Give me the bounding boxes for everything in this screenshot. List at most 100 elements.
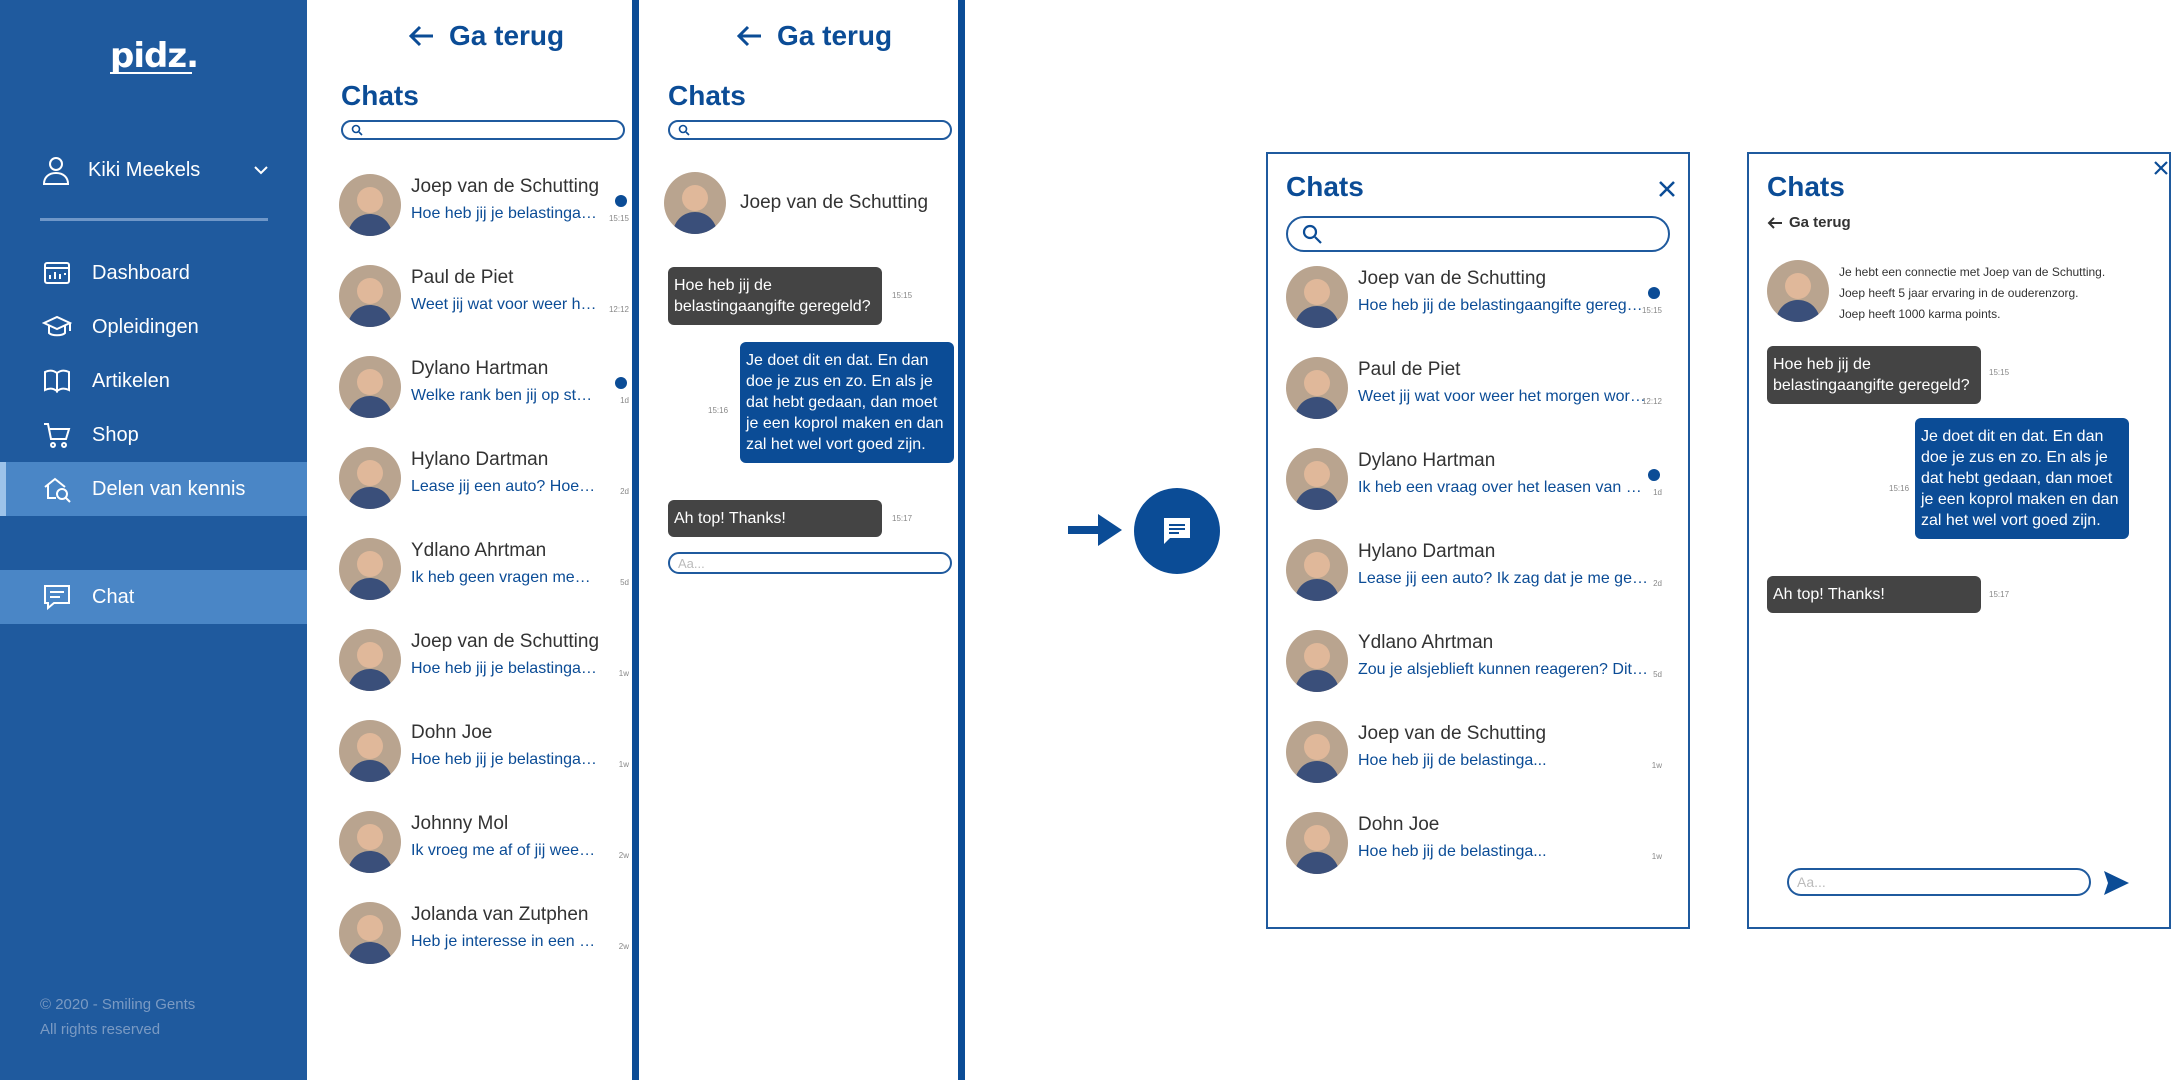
chat-list-item[interactable]: Hylano Dartman Lease jij een auto? Hoe v… — [339, 443, 631, 513]
message-input[interactable]: Aa... — [668, 552, 952, 574]
avatar — [339, 902, 401, 964]
chat-list-item[interactable]: Dylano Hartman Ik heb een vraag over het… — [1286, 444, 1674, 514]
message-bubble-incoming: Hoe heb jij de belastingaangifte geregel… — [1767, 346, 1981, 404]
nav-item-delen-van-kennis[interactable]: Delen van kennis — [0, 462, 307, 516]
back-label: Ga terug — [777, 20, 893, 51]
pidz-logo[interactable]: pidz. — [110, 36, 199, 76]
chat-list-item[interactable]: Joep van de Schutting Hoe heb jij je bel… — [339, 625, 631, 695]
chat-list-item[interactable]: Jolanda van Zutphen Heb je interesse in … — [339, 898, 631, 968]
back-label: Ga terug — [1789, 214, 1851, 231]
contact-name: Joep van de Schutting — [411, 176, 600, 197]
message-time: 15:17 — [1989, 590, 2010, 599]
message-preview: Welke rank ben jij op starcraft? — [411, 387, 597, 404]
message-time: 15:15 — [892, 291, 913, 300]
chat-list-item[interactable]: Johnny Mol Ik vroeg me af of jij weet ho… — [339, 807, 631, 877]
avatar — [1286, 721, 1348, 783]
contact-name: Johnny Mol — [411, 813, 509, 834]
nav-item-dashboard[interactable]: Dashboard — [0, 246, 307, 300]
arrow-right-icon — [1068, 514, 1122, 546]
contact-name: Paul de Piet — [411, 267, 514, 288]
search-input[interactable] — [341, 120, 625, 140]
shopping-cart-icon — [44, 423, 71, 448]
logo-underline — [110, 72, 192, 74]
connection-info: Je hebt een connectie met Joep van de Sc… — [1839, 262, 2159, 325]
unread-dot — [1648, 287, 1660, 299]
message-time: 15:17 — [892, 514, 913, 523]
message-time: 2w — [618, 942, 629, 951]
search-input[interactable] — [668, 120, 952, 140]
chat-list-item[interactable]: Paul de Piet Weet jij wat voor weer het … — [1286, 353, 1674, 423]
dashboard-icon — [44, 262, 70, 284]
close-icon[interactable] — [2153, 160, 2169, 176]
contact-name: Paul de Piet — [1358, 359, 1461, 380]
message-time: 5d — [1653, 670, 1662, 679]
message-preview: Lease jij een auto? Ik zag dat je me geb… — [1358, 570, 1648, 587]
message-preview: Hoe heb jij de belastinga... — [1358, 752, 1547, 769]
nav-item-chat[interactable]: Chat — [0, 570, 307, 624]
info-line: Joep heeft 1000 karma points. — [1839, 307, 2001, 321]
chat-list-item[interactable]: Dohn Joe Hoe heb jij de belastinga... 1w — [1286, 808, 1674, 878]
contact-name: Joep van de Schutting — [411, 631, 600, 652]
message-preview: Ik heb geen vragen meer, bedankt! — [411, 569, 597, 586]
send-icon[interactable] — [2101, 868, 2131, 898]
contact-name: Dohn Joe — [1358, 814, 1440, 835]
panel-divider — [958, 0, 965, 1080]
info-line: Joep heeft 5 jaar ervaring in de ouderen… — [1839, 286, 2079, 300]
message-bubble-outgoing: Je doet dit en dat. En dan doe je zus en… — [1915, 418, 2129, 539]
avatar — [339, 720, 401, 782]
unread-dot — [615, 195, 627, 207]
knowledge-search-icon — [44, 477, 71, 503]
close-icon[interactable] — [1658, 180, 1676, 198]
back-button[interactable]: Ga terug — [1767, 214, 1851, 231]
message-preview: Weet jij wat voor weer het morgen wordt? — [411, 296, 597, 313]
avatar — [339, 356, 401, 418]
back-button[interactable]: Ga terug — [735, 20, 892, 52]
search-icon — [351, 124, 363, 136]
avatar — [339, 265, 401, 327]
conversation-header: Joep van de Schutting — [664, 172, 928, 234]
chat-list-item[interactable]: Joep van de Schutting Hoe heb jij je bel… — [339, 170, 631, 240]
chats-title: Chats — [341, 80, 419, 111]
chats-title: Chats — [668, 80, 746, 111]
mobile-chat-list-panel: Ga terug Chats Joep van de Schutting Hoe… — [307, 0, 634, 1080]
avatar — [1286, 357, 1348, 419]
message-time: 2w — [618, 851, 629, 860]
panel-divider — [632, 0, 639, 1080]
chat-list-item[interactable]: Ydlano Ahrtman Zou je alsjeblieft kunnen… — [1286, 626, 1674, 696]
nav-label: Delen van kennis — [92, 477, 246, 500]
chat-fab-button[interactable] — [1134, 488, 1220, 574]
message-preview: Ik vroeg me af of jij weet hoe dat werkt — [411, 842, 597, 859]
contact-name: Ydlano Ahrtman — [1358, 632, 1494, 653]
message-preview: Ik heb een vraag over het leasen van een… — [1358, 479, 1648, 496]
nav-item-opleidingen[interactable]: Opleidingen — [0, 300, 307, 354]
chat-list-item[interactable]: Joep van de Schutting Hoe heb jij de bel… — [1286, 717, 1674, 787]
chat-list-item[interactable]: Dohn Joe Hoe heb jij je belastingaangift… — [339, 716, 631, 786]
chat-list-item[interactable]: Joep van de Schutting Hoe heb jij de bel… — [1286, 262, 1674, 332]
message-time: 12:12 — [1641, 397, 1662, 406]
chat-list-item[interactable]: Hylano Dartman Lease jij een auto? Ik za… — [1286, 535, 1674, 605]
message-input[interactable]: Aa... — [1787, 868, 2091, 896]
contact-name: Hylano Dartman — [1358, 541, 1496, 562]
message-preview: Weet jij wat voor weer het morgen wordt? — [1358, 388, 1648, 405]
user-menu[interactable]: Kiki Meekels — [40, 152, 270, 188]
nav-item-artikelen[interactable]: Artikelen — [0, 354, 307, 408]
sidebar: pidz. Kiki Meekels Dashboard Opleidingen… — [0, 0, 307, 1080]
chat-list-item[interactable]: Ydlano Ahrtman Ik heb geen vragen meer, … — [339, 534, 631, 604]
chat-icon — [44, 585, 70, 611]
search-icon — [678, 124, 690, 136]
message-bubble-outgoing: Je doet dit en dat. En dan doe je zus en… — [740, 342, 954, 463]
message-time: 2d — [620, 487, 629, 496]
avatar — [1286, 448, 1348, 510]
avatar — [1767, 260, 1829, 322]
back-label: Ga terug — [449, 20, 565, 51]
mobile-conversation-panel: Ga terug Chats Joep van de Schutting Hoe… — [640, 0, 958, 1080]
search-input[interactable] — [1286, 216, 1670, 252]
message-preview: Lease jij een auto? Hoe vind je dat? — [411, 478, 597, 495]
nav-label: Opleidingen — [92, 315, 199, 338]
chat-list-item[interactable]: Dylano Hartman Welke rank ben jij op sta… — [339, 352, 631, 422]
footer-rights: All rights reserved — [40, 1021, 161, 1038]
back-button[interactable]: Ga terug — [407, 20, 564, 52]
message-preview: Hoe heb jij je belastingaangifte geregel… — [411, 660, 597, 677]
chat-list-item[interactable]: Paul de Piet Weet jij wat voor weer het … — [339, 261, 631, 331]
nav-item-shop[interactable]: Shop — [0, 408, 307, 462]
